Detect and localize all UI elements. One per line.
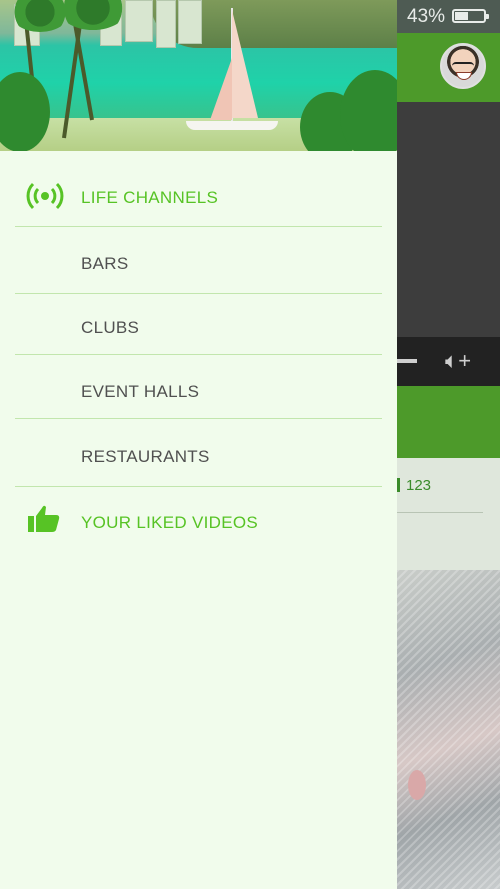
video-info-row xyxy=(397,458,500,570)
like-icon[interactable] xyxy=(397,478,400,492)
video-title-band xyxy=(397,386,500,458)
menu-item-label: RESTAURANTS xyxy=(81,447,210,466)
video-thumbnail[interactable] xyxy=(397,570,500,889)
boat-sail xyxy=(232,10,258,118)
battery-percentage: 43% xyxy=(407,6,446,27)
menu-divider xyxy=(15,293,382,294)
menu-item-life-channels[interactable]: LIFE CHANNELS xyxy=(0,167,397,225)
menu-item-label: YOUR LIKED VIDEOS xyxy=(81,513,259,532)
menu-item-label: CLUBS xyxy=(81,318,140,337)
navigation-drawer: LIFE CHANNELS BARS CLUBS EVENT HALLS RES… xyxy=(0,0,397,889)
broadcast-icon xyxy=(26,182,64,210)
video-player[interactable] xyxy=(397,102,500,337)
battery-icon xyxy=(452,9,489,23)
avatar[interactable] xyxy=(440,43,486,89)
menu-divider xyxy=(15,226,382,227)
menu-item-bars[interactable]: BARS xyxy=(0,230,397,292)
like-count: 123 xyxy=(406,477,432,494)
menu-item-label: BARS xyxy=(81,254,129,273)
thumbs-up-icon xyxy=(28,505,60,532)
menu-item-label: LIFE CHANNELS xyxy=(81,188,219,207)
menu-item-clubs[interactable]: CLUBS xyxy=(0,297,397,353)
volume-down-icon[interactable] xyxy=(397,359,417,363)
drawer-header-image xyxy=(0,0,397,151)
menu-divider xyxy=(15,486,382,487)
avatar-glasses xyxy=(452,62,474,71)
thumbnail-detail xyxy=(408,770,426,800)
banner-building xyxy=(125,0,153,42)
menu-item-liked-videos[interactable]: YOUR LIKED VIDEOS xyxy=(0,490,397,550)
info-divider xyxy=(397,512,483,513)
menu-item-event-halls[interactable]: EVENT HALLS xyxy=(0,358,397,416)
menu-divider xyxy=(15,418,382,419)
menu-divider xyxy=(15,354,382,355)
volume-up-icon[interactable]: 🔈︎+ xyxy=(445,348,471,374)
banner-building xyxy=(156,0,176,48)
menu-item-restaurants[interactable]: RESTAURANTS xyxy=(0,422,397,484)
bush xyxy=(340,70,397,151)
avatar-smile xyxy=(456,72,472,80)
boat-hull xyxy=(186,121,278,130)
banner-building xyxy=(178,0,202,44)
menu-item-label: EVENT HALLS xyxy=(81,382,200,401)
boat-jib xyxy=(210,58,232,120)
